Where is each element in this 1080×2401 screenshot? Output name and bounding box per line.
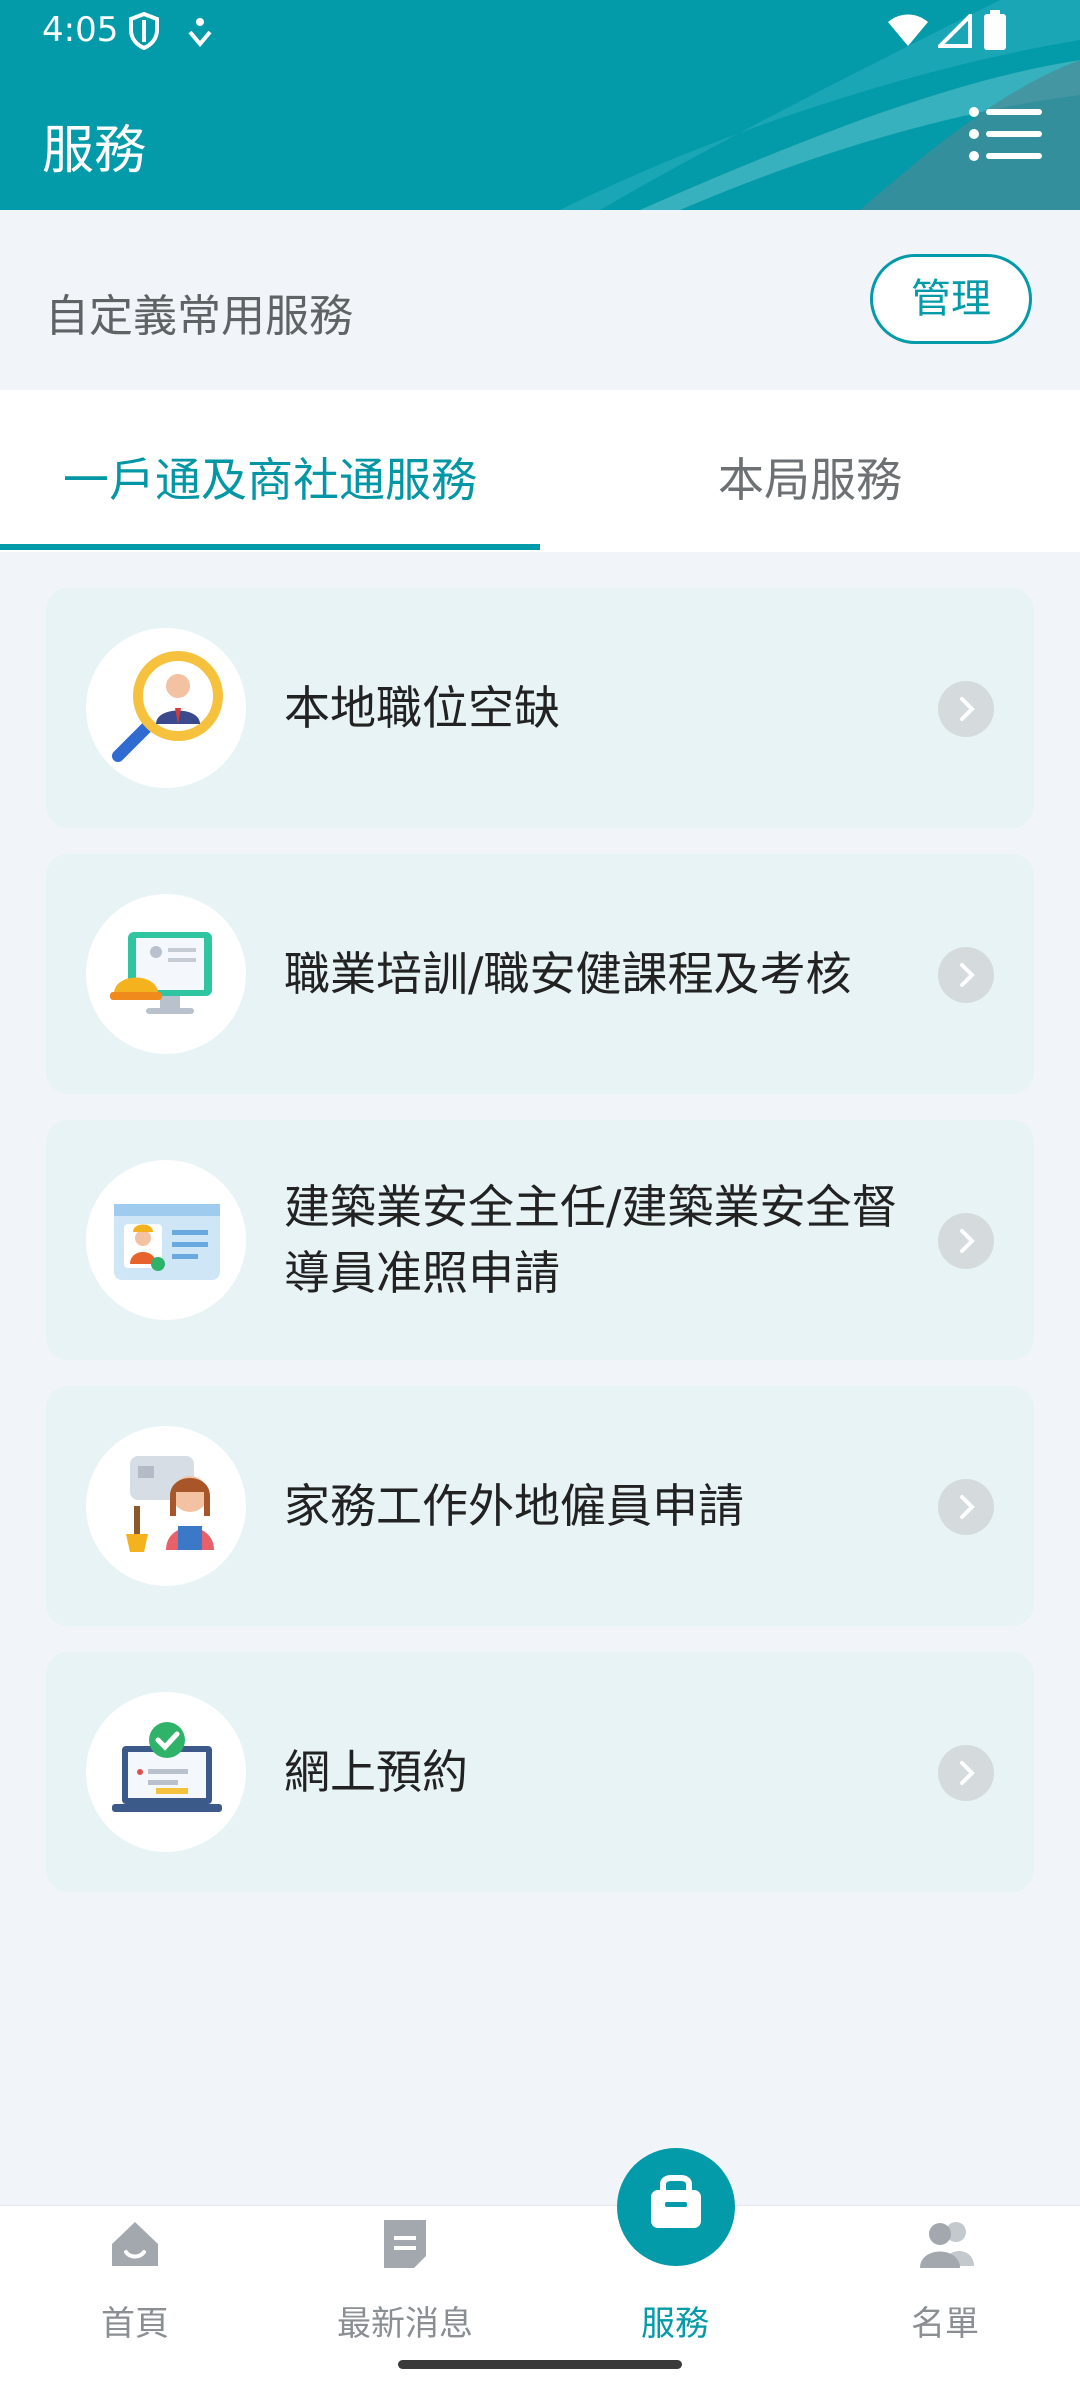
- nav-list[interactable]: 名單: [810, 2206, 1080, 2401]
- service-label: 建築業安全主任/建築業安全督導員准照申請: [284, 1180, 898, 1300]
- license-card-icon: [86, 1160, 246, 1320]
- custom-services-row: 自定義常用服務 管理: [0, 210, 1080, 390]
- briefcase-icon: [651, 2175, 701, 2228]
- chevron-right-icon: [938, 1745, 994, 1801]
- nav-home[interactable]: 首頁: [0, 2206, 270, 2401]
- app-header: 4:05 服務: [0, 0, 1080, 210]
- custom-services-label: 自定義常用服務: [45, 291, 353, 342]
- service-card-vocational-training[interactable]: 職業培訓/職安健課程及考核: [46, 854, 1034, 1094]
- nav-label: 最新消息: [337, 2304, 473, 2344]
- page-title: 服務: [42, 121, 147, 181]
- nav-label: 服務: [641, 2304, 709, 2344]
- chevron-right-icon: [938, 681, 994, 737]
- job-search-icon: [86, 628, 246, 788]
- people-icon: [920, 2222, 974, 2268]
- active-tab-indicator: [0, 544, 540, 550]
- shield-icon: [129, 12, 159, 50]
- news-icon: [384, 2220, 426, 2268]
- service-card-domestic-helper[interactable]: 家務工作外地僱員申請: [46, 1386, 1034, 1626]
- service-label: 網上預約: [284, 1745, 468, 1799]
- status-time: 4:05: [42, 10, 119, 50]
- signal-icon: [938, 14, 972, 48]
- tab-one-stop-services[interactable]: 一戶通及商社通服務: [0, 390, 540, 552]
- wifi-icon: [888, 14, 928, 46]
- domestic-worker-icon: [86, 1426, 246, 1586]
- nav-news[interactable]: 最新消息: [270, 2206, 540, 2401]
- chevron-right-icon: [938, 1213, 994, 1269]
- services-fab-button[interactable]: [617, 2148, 735, 2266]
- battery-icon: [984, 10, 1006, 50]
- service-tabs: 一戶通及商社通服務 本局服務: [0, 390, 1080, 552]
- bottom-navigation: 首頁 最新消息 服務 名單: [0, 2205, 1080, 2401]
- nav-label: 名單: [911, 2304, 979, 2344]
- nav-label: 首頁: [101, 2304, 169, 2344]
- list-menu-icon: [969, 107, 1042, 161]
- training-icon: [86, 894, 246, 1054]
- online-booking-icon: [86, 1692, 246, 1852]
- service-card-job-vacancies[interactable]: 本地職位空缺: [46, 588, 1034, 828]
- service-label: 本地職位空缺: [284, 681, 560, 735]
- menu-button[interactable]: [968, 104, 1042, 164]
- chevron-right-icon: [938, 1479, 994, 1535]
- home-icon: [112, 2222, 158, 2266]
- home-indicator[interactable]: [398, 2360, 682, 2369]
- service-card-online-booking[interactable]: 網上預約: [46, 1652, 1034, 1892]
- manage-button[interactable]: 管理: [870, 254, 1032, 344]
- status-bar: 4:05: [0, 0, 1080, 62]
- tab-bureau-services[interactable]: 本局服務: [540, 390, 1080, 552]
- service-label: 職業培訓/職安健課程及考核: [284, 947, 852, 1001]
- service-card-safety-officer-license[interactable]: 建築業安全主任/建築業安全督導員准照申請: [46, 1120, 1034, 1360]
- service-label: 家務工作外地僱員申請: [284, 1479, 744, 1533]
- accessibility-icon: [188, 18, 212, 48]
- chevron-right-icon: [938, 947, 994, 1003]
